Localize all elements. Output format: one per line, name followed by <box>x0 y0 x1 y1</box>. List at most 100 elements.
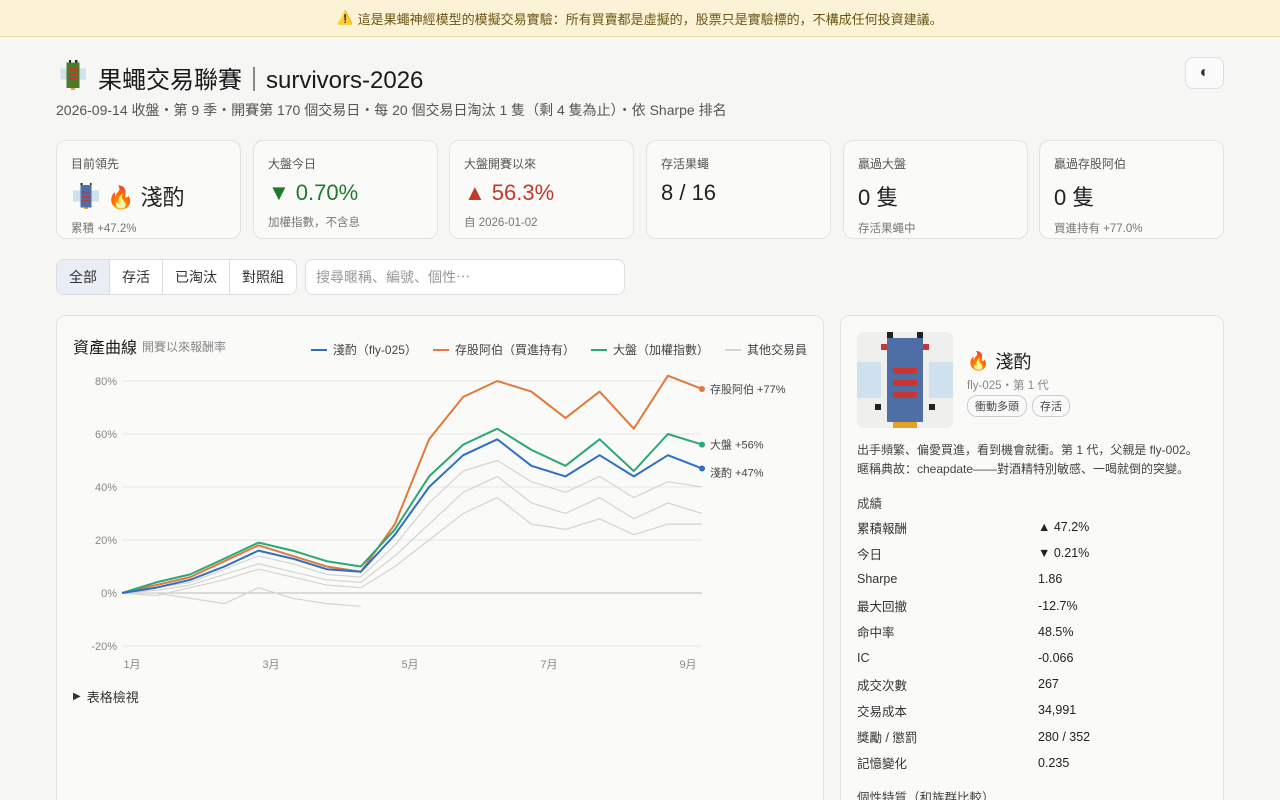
tab-alive[interactable]: 存活 <box>110 260 163 294</box>
y-tick-label: 0% <box>101 588 117 600</box>
stat-value: 0.235 <box>1038 755 1070 770</box>
table-view-label: 表格檢視 <box>86 690 139 705</box>
card-value: ▲ 56.3% <box>464 180 619 206</box>
fly-meta: fly-025・第 1 代 <box>967 380 1049 392</box>
stat-value: 1.86 <box>1038 572 1063 587</box>
page-header: 果蠅交易聯賽｜survivors-2026 <box>56 58 423 97</box>
card-market-today: 大盤今日 ▼ 0.70% 加權指數，不含息 <box>253 140 438 239</box>
series-end-dot <box>699 385 705 392</box>
card-alive: 存活果蠅 8 / 16 <box>646 140 831 239</box>
market-since-value: 56.3% <box>491 180 555 205</box>
warning-icon: ⚠️ <box>337 10 354 25</box>
page-subtitle: 2026-09-14 收盤・第 9 季・開賽第 170 個交易日・每 20 個交… <box>56 102 727 118</box>
stat-key: 命中率 <box>857 626 895 641</box>
stat-row: 獎勵 / 懲罰 280 / 352 <box>857 724 1209 750</box>
equity-chart: 80% 60% 40% 20% 0% -20% 1月 3月 5月 7月 9月 存股阿伯 +77% 大盤 … <box>91 374 786 671</box>
card-label: 贏過大盤 <box>858 157 907 171</box>
y-tick-label: 60% <box>95 429 117 441</box>
stat-row: 今日 ▼ 0.21% <box>857 540 1209 566</box>
card-label: 贏過存股阿伯 <box>1054 157 1127 171</box>
badge-status: 存活 <box>1032 395 1070 417</box>
card-value: 🔥 淺酌 <box>71 180 226 212</box>
stat-value: 34,991 <box>1038 703 1077 718</box>
stat-key: 成交次數 <box>857 678 908 693</box>
card-beat-market: 贏過大盤 0 隻 存活果蠅中 <box>843 140 1028 239</box>
x-tick-label: 9月 <box>679 659 696 671</box>
stat-key: 最大回撤 <box>857 600 908 615</box>
fire-icon: 🔥 <box>967 350 990 371</box>
y-tick-label: 20% <box>95 535 117 547</box>
fly-badges: 衝動多頭 存活 <box>967 395 1070 417</box>
disclaimer-banner: ⚠️ 這是果蠅神經模型的模擬交易實驗：所有買賣都是虛擬的，股票只是實驗標的，不構… <box>0 0 1280 37</box>
fly-pixel-avatar <box>857 332 953 428</box>
tab-control[interactable]: 對照組 <box>230 260 296 294</box>
stat-row: Sharpe 1.86 <box>857 566 1209 592</box>
y-tick-label: 40% <box>95 482 117 494</box>
stat-key: 交易成本 <box>857 704 908 719</box>
stat-key: 獎勵 / 懲罰 <box>857 731 918 746</box>
stat-row: 最大回撤 -12.7% <box>857 593 1209 619</box>
stat-key: 今日 <box>857 547 883 562</box>
stat-key: Sharpe <box>857 572 898 587</box>
card-value: 8 / 16 <box>661 180 717 205</box>
card-sub: 加權指數，不含息 <box>268 217 360 229</box>
fly-name: 🔥 淺酌 <box>967 348 1031 374</box>
fly-icon <box>56 58 90 97</box>
x-tick-label: 1月 <box>123 659 140 671</box>
triangle-right-icon: ▶ <box>73 691 81 702</box>
series-end-label: 淺酌 +47% <box>710 466 764 479</box>
card-sub: 自 2026-01-02 <box>464 217 538 229</box>
stat-value: ▼ 0.21% <box>1038 546 1090 561</box>
y-tick-label: -20% <box>91 641 117 653</box>
traits-section-title: 個性特質（和族群比較） <box>857 791 995 800</box>
card-label: 大盤開賽以來 <box>464 157 537 171</box>
card-sub: 存活果蠅中 <box>858 223 916 235</box>
leader-name: 🔥 淺酌 <box>107 185 185 210</box>
down-arrow-icon: ▼ <box>268 180 290 205</box>
card-sub: 累積 +47.2% <box>71 223 137 235</box>
stat-key: 累積報酬 <box>857 521 908 536</box>
stat-key: 記憶變化 <box>857 757 908 772</box>
stat-row: 累積報酬 ▲ 47.2% <box>857 514 1209 540</box>
stats-section-title: 成績 <box>857 497 883 511</box>
card-label: 存活果蠅 <box>661 157 710 171</box>
series-end-dot <box>699 465 705 472</box>
fly-description: 出手頻繁、偏愛買進，看到機會就衝。第 1 代，父親是 fly-002。暱稱典故：… <box>857 443 1198 476</box>
card-market-since-start: 大盤開賽以來 ▲ 56.3% 自 2026-01-02 <box>449 140 634 239</box>
equity-chart-panel: 資產曲線 開賽以來報酬率 淺酌（fly-025） 存股阿伯（買進持有） 大盤（加… <box>56 315 824 800</box>
tab-all[interactable]: 全部 <box>57 260 110 294</box>
series-end-label: 大盤 +56% <box>710 438 764 452</box>
x-tick-label: 3月 <box>262 659 279 671</box>
search-input[interactable] <box>305 259 625 295</box>
card-beat-holder: 贏過存股阿伯 0 隻 買進持有 +77.0% <box>1039 140 1224 239</box>
theme-toggle-button[interactable]: ◐ <box>1185 57 1224 89</box>
market-today-value: 0.70% <box>295 180 359 205</box>
series-end-label: 存股阿伯 +77% <box>710 382 786 396</box>
stat-row: 記憶變化 0.235 <box>857 750 1209 776</box>
stat-row: 命中率 48.5% <box>857 619 1209 645</box>
stat-value: ▲ 47.2% <box>1038 520 1090 535</box>
card-sub: 買進持有 +77.0% <box>1054 223 1143 235</box>
fly-name-text: 淺酌 <box>995 352 1032 372</box>
card-label: 大盤今日 <box>268 157 317 171</box>
fly-avatar-icon <box>72 182 100 210</box>
card-label: 目前領先 <box>71 157 120 171</box>
table-view-toggle[interactable]: ▶ 表格檢視 <box>73 687 139 706</box>
tab-eliminated[interactable]: 已淘汰 <box>163 260 230 294</box>
series-line <box>121 438 703 594</box>
stats-table: 累積報酬 ▲ 47.2% 今日 ▼ 0.21% Sharpe 1.86 最大回撤 -12.7%… <box>857 514 1209 776</box>
badge-trait: 衝動多頭 <box>967 395 1027 417</box>
filter-tabs: 全部 存活 已淘汰 對照組 <box>56 259 297 295</box>
series-end-dot <box>699 441 705 448</box>
stat-value: 48.5% <box>1038 624 1074 639</box>
series-line <box>121 374 703 594</box>
card-value: 0 隻 <box>1054 185 1095 210</box>
stat-row: IC -0.066 <box>857 645 1209 671</box>
page-title: 果蠅交易聯賽｜survivors-2026 <box>98 67 424 94</box>
up-arrow-icon: ▲ <box>464 180 486 205</box>
x-tick-label: 5月 <box>401 659 418 671</box>
card-leader: 目前領先 🔥 淺酌 累積 +47.2% <box>56 140 241 239</box>
fly-detail-panel: 🔥 淺酌 fly-025・第 1 代 衝動多頭 存活 出手頻繁、偏愛買進，看到機會… <box>840 315 1224 800</box>
banner-text: 這是果蠅神經模型的模擬交易實驗：所有買賣都是虛擬的，股票只是實驗標的，不構成任何… <box>357 11 943 27</box>
stat-value: -0.066 <box>1038 651 1074 666</box>
